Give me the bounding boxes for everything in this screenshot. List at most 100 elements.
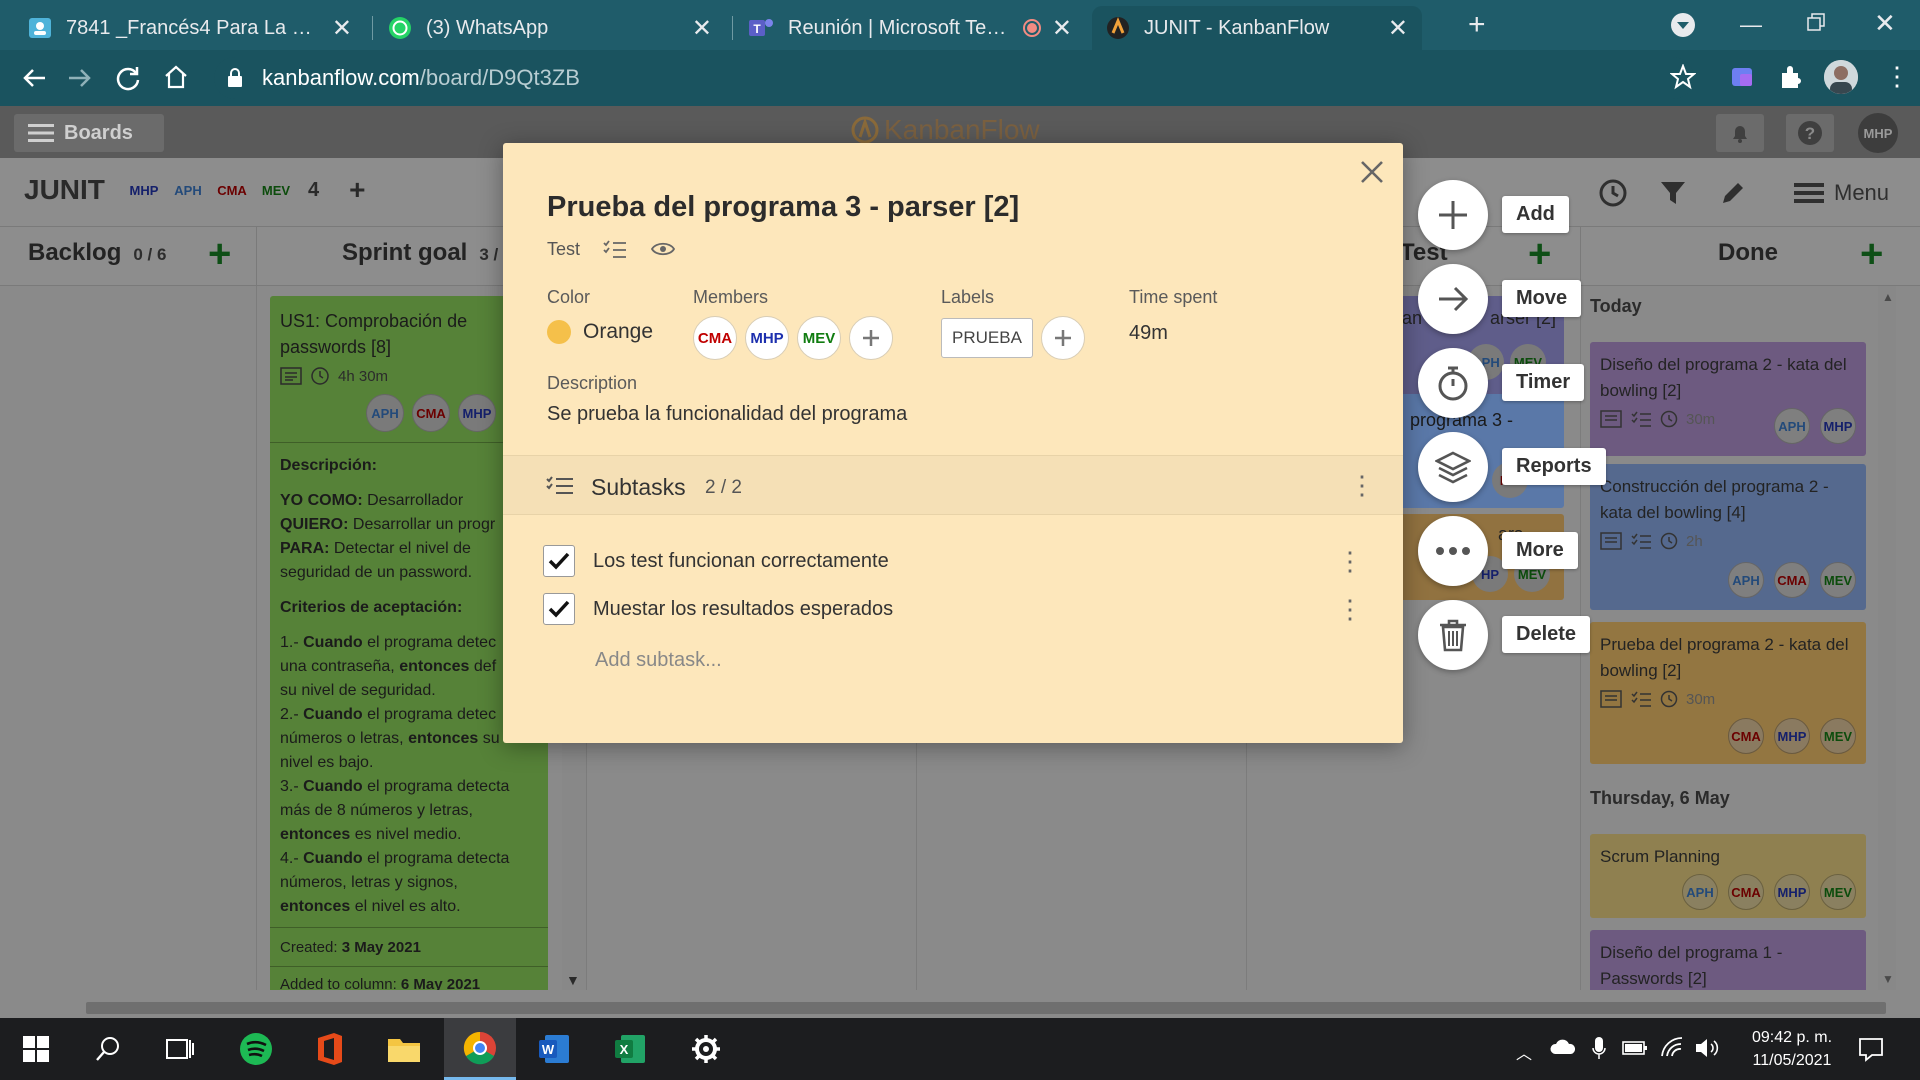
done-scrollbar[interactable] bbox=[1878, 286, 1896, 1006]
member-avatar[interactable]: APH bbox=[366, 394, 404, 432]
reports-action-button[interactable] bbox=[1418, 432, 1488, 502]
add-card-button[interactable]: + bbox=[1860, 234, 1883, 274]
home-icon[interactable] bbox=[162, 63, 190, 91]
done-card[interactable]: Diseño del programa 2 - kata del bowling… bbox=[1590, 342, 1866, 456]
delete-action-label[interactable]: Delete bbox=[1502, 616, 1591, 653]
browser-tab-4[interactable]: JUNIT - KanbanFlow ✕ bbox=[1092, 6, 1422, 50]
done-card[interactable]: Scrum Planning APH CMA MHP MEV bbox=[1590, 834, 1866, 918]
member-avatar[interactable]: MEV bbox=[1820, 562, 1856, 598]
subtask-menu-icon[interactable]: ⋮ bbox=[1337, 546, 1363, 577]
subtasks-icon[interactable] bbox=[602, 238, 628, 260]
more-action-label[interactable]: More bbox=[1502, 532, 1578, 569]
description-text[interactable]: Se prueba la funcionalidad del programa bbox=[547, 403, 907, 426]
filter-icon[interactable] bbox=[1658, 178, 1688, 208]
member-avatar[interactable]: CMA bbox=[1728, 874, 1764, 910]
members-count[interactable]: 4 bbox=[308, 179, 319, 202]
reload-icon[interactable] bbox=[114, 64, 142, 92]
task-view-icon[interactable] bbox=[144, 1018, 216, 1080]
subtask-text[interactable]: Muestar los resultados esperados bbox=[593, 598, 1337, 621]
close-tab-icon[interactable]: ✕ bbox=[1388, 14, 1408, 43]
scroll-down-icon[interactable]: ▼ bbox=[1882, 972, 1894, 986]
puzzle-icon[interactable] bbox=[1778, 64, 1804, 90]
close-window-button[interactable]: ✕ bbox=[1874, 8, 1896, 39]
browser-tab-3[interactable]: T Reunión | Microsoft Teams ✕ bbox=[734, 6, 1086, 50]
boards-button[interactable]: Boards bbox=[14, 114, 164, 152]
battery-icon[interactable] bbox=[1622, 1040, 1648, 1056]
close-tab-icon[interactable]: ✕ bbox=[332, 14, 352, 43]
member-avatar[interactable]: MEV bbox=[258, 172, 294, 208]
add-member-button[interactable] bbox=[849, 316, 893, 360]
add-subtask-field[interactable]: Add subtask... bbox=[595, 649, 722, 672]
member-avatar[interactable]: CMA bbox=[693, 316, 737, 360]
member-avatar[interactable]: APH bbox=[1728, 562, 1764, 598]
time-spent-value[interactable]: 49m bbox=[1129, 322, 1217, 345]
board-title[interactable]: JUNIT bbox=[24, 174, 105, 206]
member-avatar[interactable]: MHP bbox=[1820, 408, 1856, 444]
scroll-down-icon[interactable]: ▼ bbox=[566, 972, 580, 988]
help-button[interactable]: ? bbox=[1786, 114, 1834, 152]
member-avatar[interactable]: MHP bbox=[1774, 718, 1810, 754]
browser-tab-1[interactable]: 7841 _Francés4 Para La Vida Y Tr ✕ bbox=[14, 6, 366, 50]
microphone-icon[interactable] bbox=[1592, 1036, 1606, 1060]
add-card-button[interactable]: + bbox=[1528, 234, 1551, 274]
excel-icon[interactable]: X bbox=[594, 1018, 666, 1080]
browser-menu-icon[interactable]: ⋮ bbox=[1884, 63, 1910, 89]
spotify-icon[interactable] bbox=[220, 1018, 292, 1080]
restore-window-button[interactable] bbox=[1806, 12, 1826, 32]
task-title[interactable]: Prueba del programa 3 - parser [2] bbox=[547, 191, 1019, 224]
member-avatar[interactable]: MHP bbox=[745, 316, 789, 360]
close-tab-icon[interactable]: ✕ bbox=[692, 14, 712, 43]
label-chip[interactable]: PRUEBA bbox=[941, 318, 1033, 358]
member-avatar[interactable]: CMA bbox=[1728, 718, 1764, 754]
volume-icon[interactable] bbox=[1694, 1036, 1720, 1060]
member-avatar[interactable]: APH bbox=[170, 172, 206, 208]
time-icon[interactable] bbox=[1598, 178, 1628, 208]
system-clock[interactable]: 09:42 p. m. 11/05/2021 bbox=[1732, 1026, 1852, 1072]
member-avatar[interactable]: CMA bbox=[214, 172, 250, 208]
scroll-up-icon[interactable]: ▲ bbox=[1882, 290, 1894, 304]
search-icon[interactable] bbox=[72, 1018, 144, 1080]
user-avatar[interactable]: MHP bbox=[1858, 113, 1898, 153]
wifi-icon[interactable] bbox=[1660, 1036, 1684, 1058]
done-card[interactable]: Prueba del programa 2 - kata del bowling… bbox=[1590, 622, 1866, 764]
chrome-taskbar-icon[interactable] bbox=[444, 1018, 516, 1080]
timer-action-label[interactable]: Timer bbox=[1502, 364, 1585, 401]
settings-gear-icon[interactable] bbox=[670, 1018, 742, 1080]
forward-arrow-icon[interactable] bbox=[66, 64, 94, 92]
done-card[interactable]: Construcción del programa 2 - kata del b… bbox=[1590, 464, 1866, 610]
timer-action-button[interactable] bbox=[1418, 348, 1488, 418]
member-avatar[interactable]: APH bbox=[1774, 408, 1810, 444]
add-label-button[interactable] bbox=[1040, 316, 1085, 360]
kanbanflow-logo[interactable]: KanbanFlow bbox=[850, 114, 1040, 146]
member-avatar[interactable]: MHP bbox=[1774, 874, 1810, 910]
subtask-menu-icon[interactable]: ⋮ bbox=[1337, 594, 1363, 625]
member-avatar[interactable]: MEV bbox=[797, 316, 841, 360]
close-tab-icon[interactable]: ✕ bbox=[1052, 14, 1072, 43]
notification-center-icon[interactable] bbox=[1858, 1036, 1884, 1062]
add-card-button[interactable]: + bbox=[208, 234, 231, 274]
horizontal-scrollbar[interactable] bbox=[86, 1002, 1886, 1014]
extension-icon[interactable] bbox=[1730, 64, 1756, 90]
back-arrow-icon[interactable] bbox=[20, 64, 48, 92]
member-avatar[interactable]: MEV bbox=[1820, 874, 1856, 910]
member-avatar[interactable]: CMA bbox=[412, 394, 450, 432]
new-tab-button[interactable]: + bbox=[1468, 10, 1486, 40]
profile-avatar[interactable] bbox=[1824, 60, 1858, 94]
bookmark-star-icon[interactable] bbox=[1670, 64, 1696, 90]
word-icon[interactable]: W bbox=[518, 1018, 590, 1080]
tab-search-icon[interactable] bbox=[1670, 12, 1696, 38]
member-avatar[interactable]: APH bbox=[1682, 874, 1718, 910]
add-action-button[interactable] bbox=[1418, 180, 1488, 250]
more-action-button[interactable] bbox=[1418, 516, 1488, 586]
color-picker[interactable]: Orange bbox=[547, 320, 653, 344]
minimize-window-button[interactable]: — bbox=[1740, 12, 1762, 38]
add-action-label[interactable]: Add bbox=[1502, 196, 1569, 233]
reports-action-label[interactable]: Reports bbox=[1502, 448, 1606, 485]
add-member-button[interactable]: + bbox=[349, 174, 365, 206]
member-avatar[interactable]: CMA bbox=[1774, 562, 1810, 598]
url-field[interactable]: kanbanflow.com/board/D9Qt3ZB bbox=[214, 57, 1694, 99]
move-action-button[interactable] bbox=[1418, 264, 1488, 334]
move-action-label[interactable]: Move bbox=[1502, 280, 1582, 317]
file-explorer-icon[interactable] bbox=[368, 1018, 440, 1080]
delete-action-button[interactable] bbox=[1418, 600, 1488, 670]
